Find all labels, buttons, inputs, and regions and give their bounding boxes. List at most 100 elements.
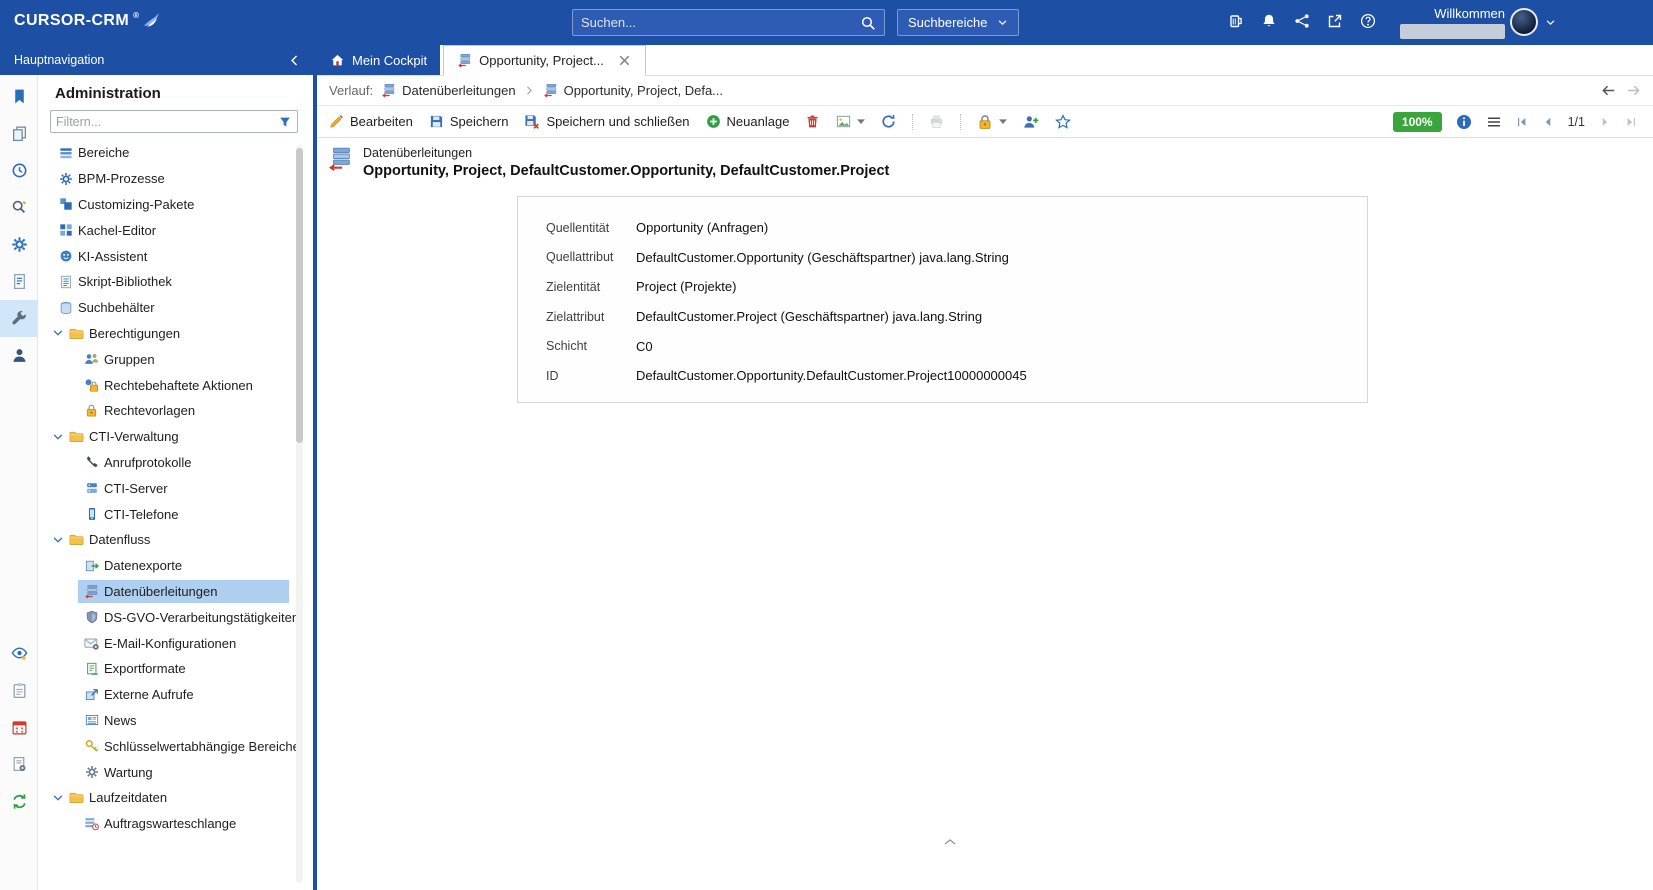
breadcrumb-item-opportunity-project-defa[interactable]: Opportunity, Project, Defa...: [543, 83, 723, 98]
sidebar-item-datenfluss[interactable]: Datenfluss: [38, 527, 313, 553]
new-button[interactable]: Neuanlage: [706, 114, 790, 129]
profile-chevron-icon[interactable]: [1545, 17, 1556, 28]
clipboard-rail-button[interactable]: [0, 672, 38, 709]
field-value: C0: [636, 339, 653, 354]
lock-dropdown-button[interactable]: [977, 114, 1007, 130]
info-icon[interactable]: [1456, 114, 1472, 130]
sidebar-item-wartung[interactable]: Wartung: [38, 759, 313, 785]
sidebar-item-cti-verwaltung[interactable]: CTI-Verwaltung: [38, 424, 313, 450]
sidebar-item-bpm-prozesse[interactable]: BPM-Prozesse: [38, 166, 313, 192]
sync-rail-button[interactable]: [0, 783, 38, 820]
delete-button[interactable]: [805, 114, 820, 129]
sidebar-item-e-mail-konfigurationen[interactable]: E-Mail-Konfigurationen: [38, 630, 313, 656]
chevron-down-icon[interactable]: [50, 534, 66, 546]
sidebar-item-news[interactable]: News: [38, 708, 313, 734]
sidebar-item-gruppen[interactable]: Gruppen: [38, 346, 313, 372]
sidebar-item-skript-bibliothek[interactable]: Skript-Bibliothek: [38, 269, 313, 295]
tab-label: Mein Cockpit: [352, 53, 427, 68]
chevron-right-icon: [524, 85, 535, 96]
sidebar-item-label: Suchbehälter: [76, 300, 155, 315]
sidebar-item-cti-telefone[interactable]: CTI-Telefone: [38, 501, 313, 527]
filter-icon[interactable]: [278, 115, 292, 129]
external-link-icon[interactable]: [1327, 13, 1343, 29]
edit-button[interactable]: Bearbeiten: [329, 114, 413, 129]
sidebar-item-kachel-editor[interactable]: Kachel-Editor: [38, 217, 313, 243]
search-input[interactable]: [581, 15, 860, 30]
sidebar-item-ds-gvo-verarbeitungst-tigkeiten[interactable]: DS-GVO-Verarbeitungstätigkeiten: [38, 604, 313, 630]
sidebar-item-exportformate[interactable]: Exportformate: [38, 656, 313, 682]
search-icon[interactable]: [860, 15, 876, 31]
sidebar-item-auftragswarteschlange[interactable]: Auftragswarteschlange: [38, 811, 313, 837]
sidebar-item-label: DS-GVO-Verarbeitungstätigkeiten: [102, 610, 299, 625]
sidebar-item-customizing-pakete[interactable]: Customizing-Pakete: [38, 192, 313, 218]
chevron-down-icon[interactable]: [50, 431, 66, 443]
calendar-rail-button[interactable]: [0, 709, 38, 746]
sidebar-item-rechtebehaftete-aktionen[interactable]: Rechtebehaftete Aktionen: [38, 372, 313, 398]
share-icon[interactable]: [1294, 13, 1310, 29]
copy-rail-button[interactable]: [0, 115, 38, 152]
print-button[interactable]: [929, 114, 944, 129]
sidebar-item-daten-berleitungen[interactable]: Datenüberleitungen: [38, 579, 313, 605]
help-icon[interactable]: [1360, 13, 1376, 29]
tab-opportunity-project[interactable]: Opportunity, Project...: [443, 45, 646, 76]
trash-icon: [805, 114, 820, 129]
sidebar-item-laufzeitdaten[interactable]: Laufzeitdaten: [38, 785, 313, 811]
avatar[interactable]: [1510, 8, 1538, 36]
sidebar-item-cti-server[interactable]: CTI-Server: [38, 475, 313, 501]
bookmark-rail-button[interactable]: [0, 78, 38, 115]
history-rail-button[interactable]: [0, 152, 38, 189]
forward-arrow-icon[interactable]: [1626, 83, 1641, 98]
sidebar-item-suchbeh-lter[interactable]: Suchbehälter: [38, 295, 313, 321]
bars-icon: [55, 146, 76, 160]
zoom-badge[interactable]: 100%: [1393, 112, 1442, 132]
sidebar-item-rechtevorlagen[interactable]: Rechtevorlagen: [38, 398, 313, 424]
last-page-icon[interactable]: [1625, 116, 1637, 128]
tab-strip: Mein Cockpit Opportunity, Project...: [317, 45, 1653, 76]
sidebar-item-datenexporte[interactable]: Datenexporte: [38, 553, 313, 579]
sidebar-item-bereiche[interactable]: Bereiche: [38, 140, 313, 166]
sidebar-item-berechtigungen[interactable]: Berechtigungen: [38, 321, 313, 347]
tab-label: Opportunity, Project...: [479, 53, 604, 68]
chevron-down-icon[interactable]: [50, 792, 66, 804]
sidebar-item-label: Berechtigungen: [87, 326, 180, 341]
favorite-button[interactable]: [1055, 114, 1071, 130]
toolbar-separator: [912, 114, 913, 130]
bell-icon[interactable]: [1261, 13, 1277, 29]
tab-mein-cockpit[interactable]: Mein Cockpit: [317, 45, 440, 75]
eye-star-rail-button[interactable]: [0, 635, 38, 672]
back-arrow-icon[interactable]: [1601, 83, 1616, 98]
person-plus-button[interactable]: [1023, 114, 1039, 130]
collapse-sidebar-icon[interactable]: [288, 54, 301, 67]
prev-page-icon[interactable]: [1542, 116, 1554, 128]
image-dropdown-button[interactable]: [836, 114, 865, 129]
filter-input[interactable]: [56, 115, 278, 129]
first-page-icon[interactable]: [1516, 116, 1528, 128]
breadcrumb-item-daten-berleitungen[interactable]: Datenüberleitungen: [381, 83, 515, 98]
collapse-bottom-panel-icon[interactable]: [942, 837, 958, 847]
next-page-icon[interactable]: [1599, 116, 1611, 128]
field-row-zielattribut: ZielattributDefaultCustomer.Project (Ges…: [546, 302, 1347, 332]
gear-rail-button[interactable]: [0, 226, 38, 263]
search-areas-button[interactable]: Suchbereiche: [897, 9, 1019, 36]
sidebar-item-externe-aufrufe[interactable]: Externe Aufrufe: [38, 682, 313, 708]
field-row-zielentit-t: ZielentitätProject (Projekte): [546, 272, 1347, 302]
sidebar-item-label: Datenexporte: [102, 558, 182, 573]
beer-mug-icon[interactable]: [1228, 13, 1244, 29]
menu-icon[interactable]: [1486, 114, 1502, 130]
sidebar-item-schl-sselwertabh-ngige-bereiche[interactable]: Schlüsselwertabhängige Bereiche: [38, 733, 313, 759]
doc-gear-rail-button[interactable]: [0, 746, 38, 783]
refresh-button[interactable]: [881, 114, 896, 129]
save-button[interactable]: Speichern: [429, 114, 509, 129]
person-rail-button[interactable]: [0, 337, 38, 374]
sidebar-item-label: Customizing-Pakete: [76, 197, 194, 212]
save-close-button[interactable]: Speichern und schließen: [524, 114, 689, 130]
chevron-down-icon[interactable]: [50, 327, 66, 339]
close-icon[interactable]: [617, 53, 632, 68]
search-edit-rail-button[interactable]: [0, 189, 38, 226]
document-check-rail-button[interactable]: [0, 263, 38, 300]
sidebar-item-anrufprotokolle[interactable]: Anrufprotokolle: [38, 450, 313, 476]
sidebar-item-ki-assistent[interactable]: KI-Assistent: [38, 243, 313, 269]
wrench-rail-button[interactable]: [0, 300, 38, 337]
nav-scrollbar-thumb[interactable]: [296, 148, 303, 443]
sidebar-item-label: Externe Aufrufe: [102, 687, 194, 702]
